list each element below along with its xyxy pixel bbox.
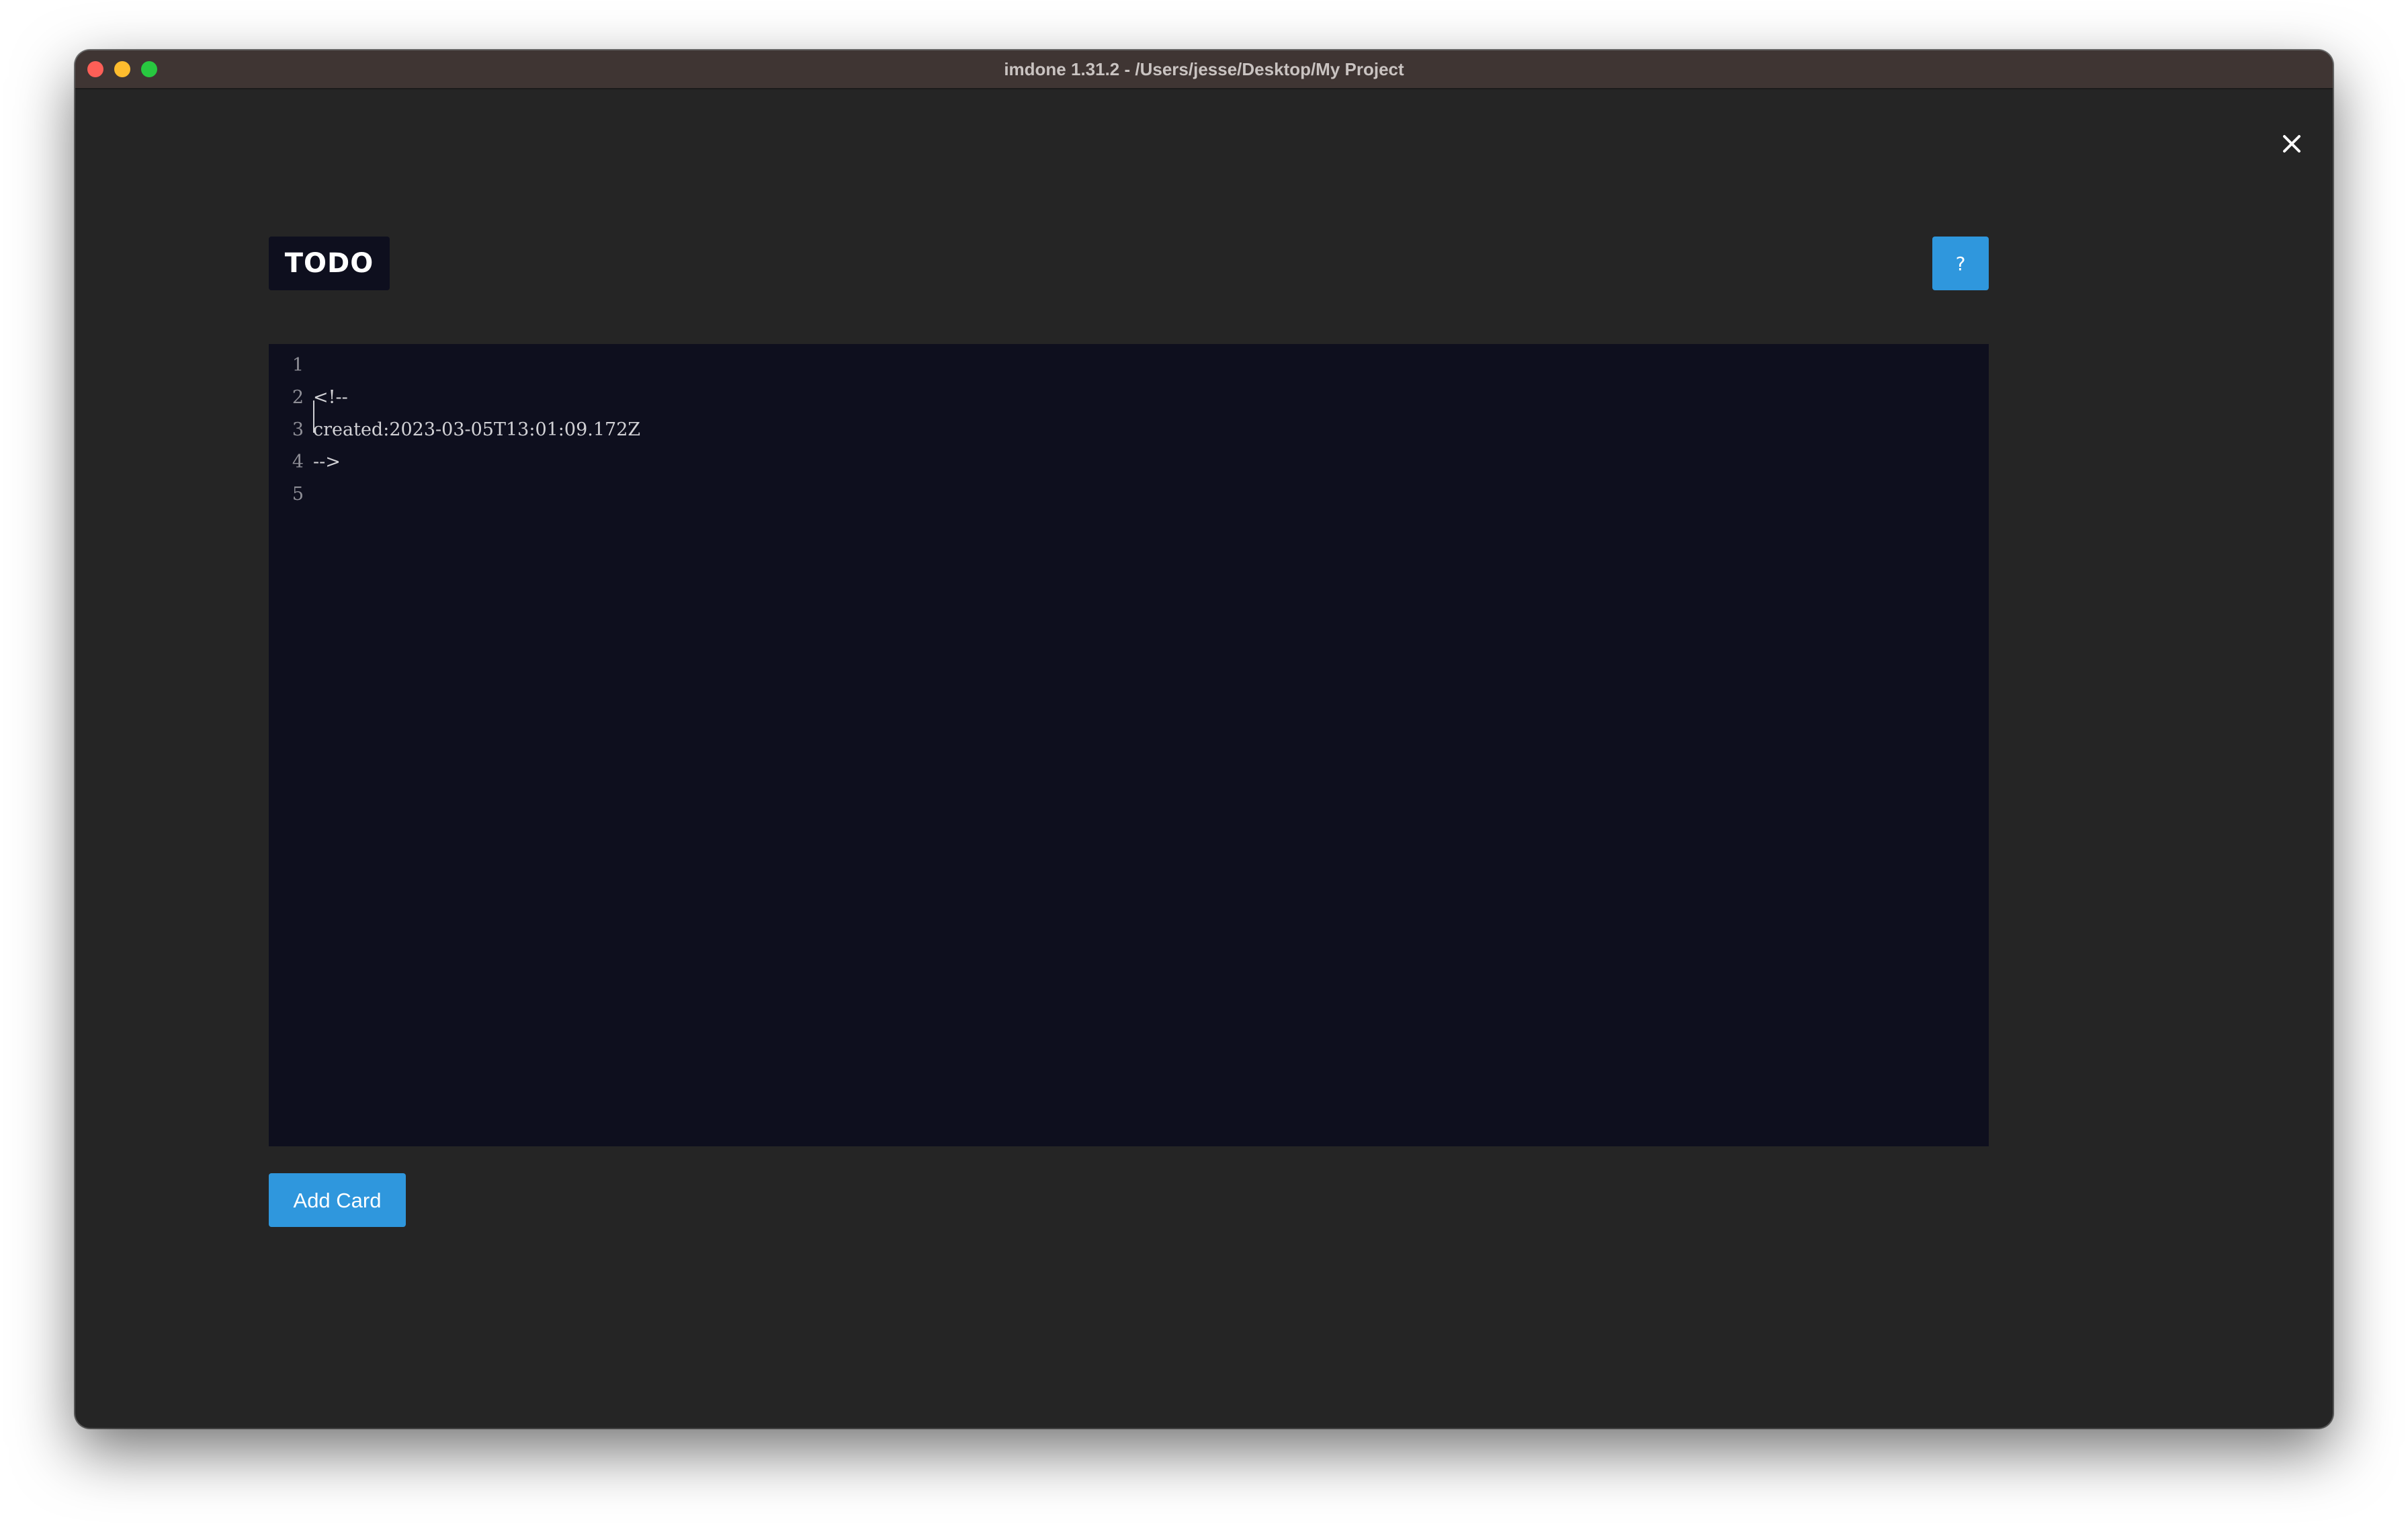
editor-line: 1	[269, 349, 1989, 382]
editor-line: 5	[269, 478, 1989, 511]
editor-line: 3 created:2023-03-05T13:01:09.172Z	[269, 414, 1989, 446]
card-editor[interactable]: 1 2 <!-- 3 created:2023-03-05T13:01:09.1…	[269, 344, 1989, 1146]
editor-line: 2 <!--	[269, 382, 1989, 414]
title-bar: imdone 1.31.2 - /Users/jesse/Desktop/My …	[75, 50, 2333, 89]
line-number: 4	[292, 452, 304, 472]
help-button[interactable]: ?	[1932, 237, 1989, 290]
close-icon[interactable]	[2270, 122, 2314, 166]
close-icon-glyph	[2283, 135, 2300, 153]
line-number: 5	[292, 484, 304, 505]
window-title: imdone 1.31.2 - /Users/jesse/Desktop/My …	[1004, 59, 1404, 79]
text-cursor	[313, 400, 314, 433]
line-number: 3	[292, 419, 304, 440]
line-text: created:2023-03-05T13:01:09.172Z	[313, 419, 641, 440]
add-card-button[interactable]: Add Card	[269, 1173, 406, 1227]
line-text: <!--	[313, 387, 348, 408]
line-text: -->	[313, 452, 341, 472]
editor-line: 4 -->	[269, 446, 1989, 478]
line-number: 1	[292, 355, 304, 376]
list-name-badge: TODO	[269, 237, 390, 290]
line-number: 2	[292, 387, 304, 408]
